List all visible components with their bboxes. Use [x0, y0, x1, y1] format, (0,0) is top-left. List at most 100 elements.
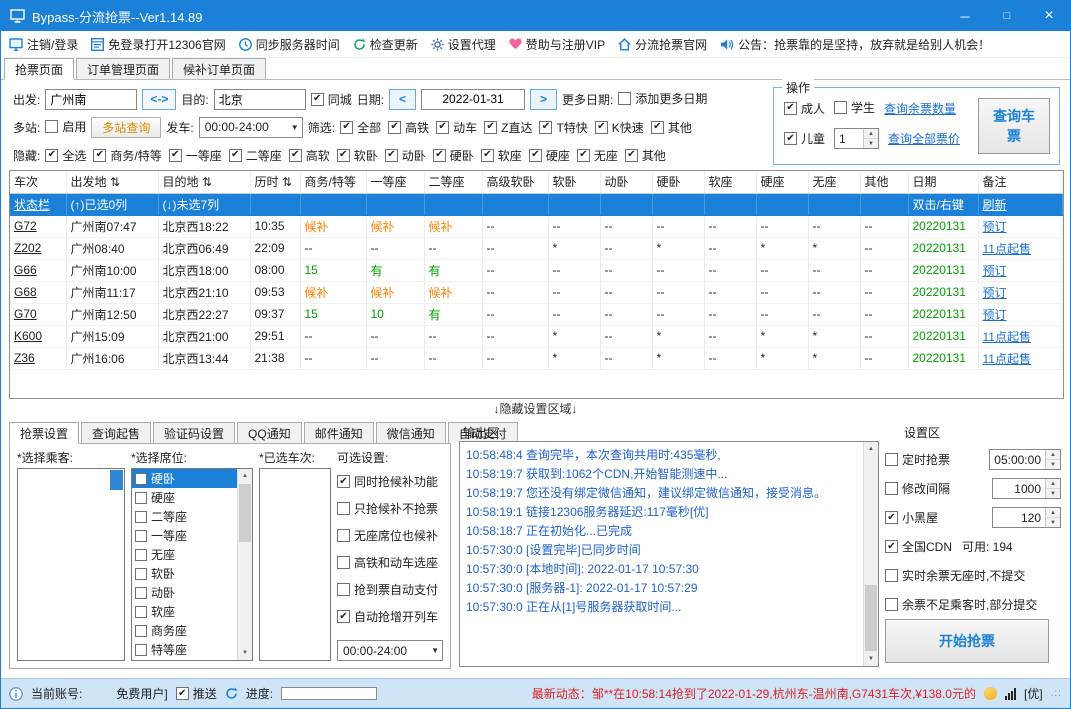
main-tab-0[interactable]: 抢票页面	[4, 58, 75, 80]
table-row[interactable]: G72 广州南07:47 北京西18:22 10:35 候补 候补 候补 -- -- -- -- --…	[10, 215, 1063, 238]
table-cell[interactable]: --	[366, 237, 425, 260]
hide-checkbox[interactable]: ✔ 软卧	[336, 147, 378, 164]
scrollbar-thumb[interactable]	[865, 585, 877, 651]
column-header[interactable]: 一等座	[366, 171, 425, 194]
hide-checkbox[interactable]: ✔ 全选	[45, 147, 86, 164]
table-cell[interactable]: 15	[300, 259, 367, 282]
table-cell[interactable]: --	[860, 325, 909, 348]
table-cell[interactable]: 候补	[300, 215, 367, 238]
table-cell[interactable]: 有	[424, 303, 483, 326]
table-cell[interactable]: Z36	[10, 347, 67, 370]
filter-checkbox[interactable]: ✔ Z直达	[484, 119, 532, 136]
table-cell[interactable]: G68	[10, 281, 67, 304]
table-cell[interactable]: 20220131	[908, 259, 979, 282]
table-cell[interactable]: --	[652, 281, 705, 304]
table-cell[interactable]: --	[424, 237, 483, 260]
table-cell[interactable]: 15	[300, 303, 367, 326]
table-cell[interactable]: --	[860, 347, 909, 370]
close-button[interactable]: ×	[1028, 1, 1070, 31]
column-header[interactable]: 无座	[808, 171, 861, 194]
table-cell[interactable]: --	[482, 237, 549, 260]
maximize-button[interactable]: □	[986, 1, 1028, 31]
table-cell[interactable]: --	[860, 303, 909, 326]
table-cell[interactable]: --	[808, 281, 861, 304]
table-cell[interactable]: G66	[10, 259, 67, 282]
table-cell[interactable]: *	[808, 325, 861, 348]
column-header[interactable]: 历时 ⇅	[250, 171, 301, 194]
table-cell[interactable]: 北京西18:00	[158, 259, 251, 282]
table-cell[interactable]: 预订	[978, 215, 1063, 238]
table-cell[interactable]: 20220131	[908, 237, 979, 260]
table-row[interactable]: K600 广州15:09 北京西21:00 29:51 -- -- -- -- * -- * -- * *…	[10, 325, 1063, 348]
filter-checkbox[interactable]: ✔ 其他	[650, 119, 692, 136]
table-cell[interactable]: 预订	[978, 281, 1063, 304]
filter-checkbox[interactable]: ✔ T特快	[539, 119, 588, 136]
seat-item[interactable]: 软卧	[132, 564, 237, 583]
dest-input[interactable]	[213, 88, 306, 110]
column-header[interactable]: 日期	[908, 171, 979, 194]
hide-checkbox[interactable]: ✔ 硬座	[528, 147, 570, 164]
scrollbar-thumb[interactable]	[239, 484, 251, 542]
table-cell[interactable]: --	[652, 259, 705, 282]
next-date-button[interactable]: >	[530, 88, 558, 110]
table-row[interactable]: G70 广州南12:50 北京西22:27 09:37 15 10 有 -- -- -- -- -- -…	[10, 303, 1063, 326]
hide-checkbox[interactable]: ✔ 高软	[288, 147, 330, 164]
bottom-tab-0[interactable]: 抢票设置	[9, 422, 80, 444]
option-checkbox[interactable]: 高铁和动车选座	[337, 554, 438, 571]
table-cell[interactable]: --	[482, 259, 549, 282]
table-cell[interactable]: 10	[366, 303, 425, 326]
table-cell[interactable]: 广州南12:50	[66, 303, 159, 326]
table-cell[interactable]: --	[704, 281, 757, 304]
table-cell[interactable]: *	[548, 347, 601, 370]
prev-date-button[interactable]: <	[389, 88, 417, 110]
column-header[interactable]: 高级软卧	[482, 171, 549, 194]
table-cell[interactable]: 广州南10:00	[66, 259, 159, 282]
toolbar-item-heart[interactable]: 赞助与注册VIP	[509, 36, 605, 53]
table-cell[interactable]: --	[808, 303, 861, 326]
table-cell[interactable]: 20220131	[908, 215, 979, 238]
table-cell[interactable]: *	[652, 347, 705, 370]
status-row[interactable]: 状态栏 (↑)已选0列 (↓)未选7列 双击/右键 刷新	[10, 193, 1063, 216]
seat-item[interactable]: 动卧	[132, 583, 237, 602]
table-cell[interactable]: --	[652, 303, 705, 326]
table-cell[interactable]: 预订	[978, 259, 1063, 282]
hide-checkbox[interactable]: ✔ 硬卧	[432, 147, 474, 164]
spinner-up-icon[interactable]: ▲	[1046, 508, 1060, 518]
table-cell[interactable]: --	[366, 347, 425, 370]
table-cell[interactable]: 北京西06:49	[158, 237, 251, 260]
hide-checkbox[interactable]: ✔ 软座	[480, 147, 522, 164]
hide-checkbox[interactable]: ✔ 其他	[624, 147, 666, 164]
spinner-down-icon[interactable]: ▼	[1046, 489, 1060, 498]
toolbar-item-monitor[interactable]: 注销/登录	[9, 36, 78, 53]
table-cell[interactable]: 29:51	[250, 325, 301, 348]
table-cell[interactable]: --	[600, 237, 653, 260]
table-cell[interactable]	[756, 193, 809, 216]
settings-checkbox[interactable]: ✔ 全国CDN	[885, 538, 952, 555]
seat-item[interactable]: 硬座	[132, 488, 237, 507]
table-cell[interactable]: --	[548, 259, 601, 282]
column-header[interactable]: 车次	[10, 171, 67, 194]
date-input[interactable]	[421, 88, 526, 110]
bottom-tab-5[interactable]: 微信通知	[375, 422, 446, 443]
table-cell[interactable]: 11点起售	[978, 325, 1063, 348]
table-cell[interactable]: 候补	[424, 215, 483, 238]
table-cell[interactable]: 20220131	[908, 347, 979, 370]
table-cell[interactable]	[300, 193, 367, 216]
table-cell[interactable]: --	[860, 237, 909, 260]
table-cell[interactable]: 北京西21:10	[158, 281, 251, 304]
table-cell[interactable]: K600	[10, 325, 67, 348]
table-cell[interactable]: *	[548, 237, 601, 260]
table-cell[interactable]: --	[704, 347, 757, 370]
table-cell[interactable]: --	[756, 259, 809, 282]
settings-checkbox[interactable]: 余票不足乘客时,部分提交	[885, 596, 1037, 613]
scrollbar-thumb[interactable]	[110, 470, 123, 490]
table-cell[interactable]	[482, 193, 549, 216]
table-cell[interactable]: 北京西18:22	[158, 215, 251, 238]
query-remaining-link[interactable]: 查询余票数量	[884, 100, 956, 117]
table-cell[interactable]: 候补	[366, 215, 425, 238]
table-cell[interactable]: --	[652, 215, 705, 238]
hide-checkbox[interactable]: ✔ 商务/特等	[93, 147, 162, 164]
bottom-tab-3[interactable]: QQ通知	[237, 422, 302, 443]
child-checkbox[interactable]: ✔ 儿童	[784, 130, 825, 147]
option-checkbox[interactable]: 只抢候补不抢票	[337, 500, 438, 517]
